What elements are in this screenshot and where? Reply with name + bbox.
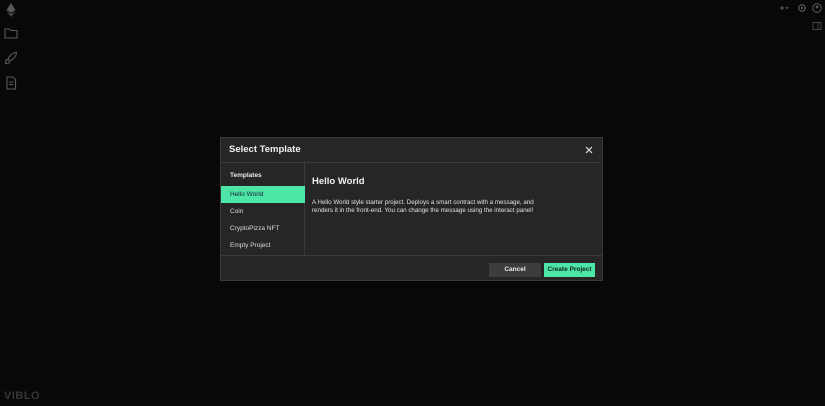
templates-list: Templates Hello World Coin CryptoPizza N… [221, 163, 305, 255]
template-detail: Hello World A Hello World style starter … [312, 163, 594, 255]
template-item-cryptopizza-nft[interactable]: CryptoPizza NFT [221, 220, 305, 237]
template-item-coin[interactable]: Coin [221, 203, 305, 220]
create-project-button[interactable]: Create Project [544, 263, 595, 277]
template-detail-title: Hello World [312, 176, 365, 187]
select-template-modal: Select Template Templates Hello World Co… [220, 137, 603, 281]
templates-heading: Templates [230, 172, 262, 179]
close-icon[interactable] [584, 145, 594, 155]
template-item-empty-project[interactable]: Empty Project [221, 237, 305, 254]
modal-footer: Cancel Create Project [221, 255, 602, 282]
modal-title: Select Template [229, 144, 301, 155]
template-item-hello-world[interactable]: Hello World [221, 186, 305, 203]
cancel-button[interactable]: Cancel [489, 263, 541, 277]
modal-header: Select Template [221, 138, 602, 163]
template-description: A Hello World style starter project. Dep… [312, 199, 534, 214]
